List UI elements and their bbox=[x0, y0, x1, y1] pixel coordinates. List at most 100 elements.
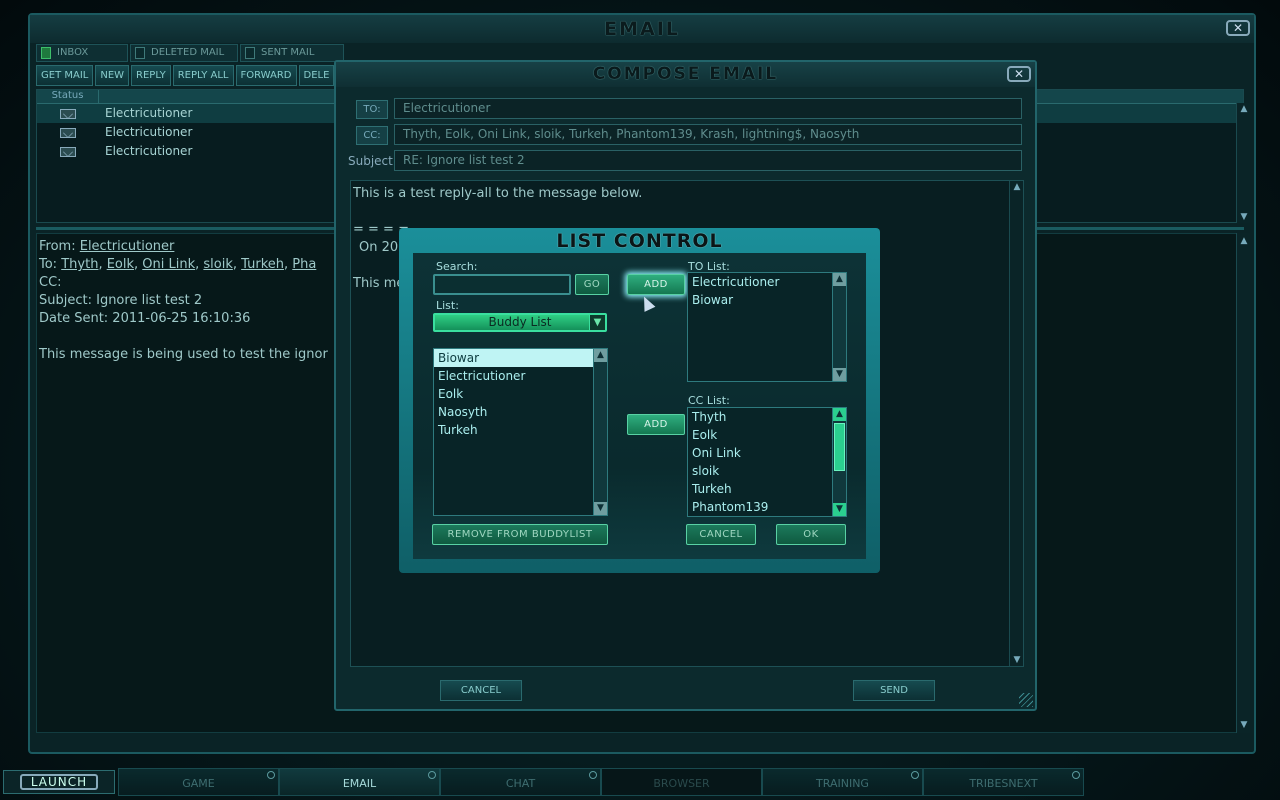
scroll-up-icon[interactable]: ▲ bbox=[1238, 235, 1250, 247]
from-link[interactable]: Electricutioner bbox=[80, 239, 175, 254]
chevron-down-icon[interactable]: ▼ bbox=[589, 315, 605, 330]
scroll-down-icon[interactable]: ▼ bbox=[594, 502, 607, 515]
list-item[interactable]: Biowar bbox=[688, 291, 846, 309]
scroll-up-icon[interactable]: ▲ bbox=[594, 349, 607, 362]
reply-button[interactable]: REPLY bbox=[131, 65, 171, 86]
cc-list: Thyth Eolk Oni Link sloik Turkeh Phantom… bbox=[687, 407, 847, 517]
cc-list-label: CC List: bbox=[688, 394, 730, 407]
ok-button[interactable]: OK bbox=[776, 524, 846, 545]
tab-label: GAME bbox=[182, 777, 215, 790]
list-item[interactable]: Electricutioner bbox=[688, 273, 846, 291]
close-dot-icon[interactable] bbox=[1072, 771, 1080, 779]
sender-name: Electricutioner bbox=[105, 125, 193, 139]
scroll-down-icon[interactable]: ▼ bbox=[833, 503, 846, 516]
to-button[interactable]: TO: bbox=[356, 100, 388, 119]
recipient-link[interactable]: Turkeh bbox=[241, 257, 284, 272]
message-date: Date Sent: 2011-06-25 16:10:36 bbox=[39, 311, 251, 326]
list-item[interactable]: Naosyth bbox=[434, 403, 607, 421]
tab-inbox[interactable]: INBOX bbox=[36, 44, 128, 62]
list-item[interactable]: Phantom139 bbox=[688, 498, 846, 516]
launch-button[interactable]: LAUNCH bbox=[3, 770, 115, 794]
message-preview-scrollbar[interactable]: ▲ ▼ bbox=[1236, 233, 1250, 733]
close-dot-icon[interactable] bbox=[428, 771, 436, 779]
remove-from-buddylist-button[interactable]: REMOVE FROM BUDDYLIST bbox=[432, 524, 608, 545]
list-item[interactable]: Thyth bbox=[688, 408, 846, 426]
close-dot-icon[interactable] bbox=[589, 771, 597, 779]
tab-game[interactable]: GAME bbox=[118, 768, 279, 796]
cc-button[interactable]: CC: bbox=[356, 126, 388, 145]
message-body: This message is being used to test the i… bbox=[39, 347, 328, 362]
tab-training[interactable]: TRAINING bbox=[762, 768, 923, 796]
resize-grip-icon[interactable] bbox=[1019, 693, 1033, 707]
cancel-button[interactable]: CANCEL bbox=[686, 524, 756, 545]
scroll-thumb[interactable] bbox=[834, 423, 845, 471]
to-list: Electricutioner Biowar ▲ ▼ bbox=[687, 272, 847, 382]
compose-title: COMPOSE EMAIL bbox=[336, 62, 1035, 87]
scroll-up-icon[interactable]: ▲ bbox=[833, 408, 846, 421]
delete-button[interactable]: DELE bbox=[298, 65, 335, 86]
scroll-down-icon[interactable]: ▼ bbox=[833, 368, 846, 381]
recipient-link[interactable]: Pha bbox=[292, 257, 316, 272]
list-item[interactable]: Electricutioner bbox=[434, 367, 607, 385]
tab-email[interactable]: EMAIL bbox=[279, 768, 440, 796]
scroll-down-icon[interactable]: ▼ bbox=[1011, 654, 1023, 666]
tab-label: BROWSER bbox=[653, 777, 710, 790]
tab-label: TRIBESNEXT bbox=[969, 777, 1038, 790]
close-icon[interactable]: ✕ bbox=[1226, 20, 1250, 36]
send-button[interactable]: SEND bbox=[853, 680, 935, 701]
search-input[interactable] bbox=[433, 274, 571, 295]
add-cc-button[interactable]: ADD bbox=[627, 414, 685, 435]
tab-label: EMAIL bbox=[342, 777, 377, 790]
tab-chat[interactable]: CHAT bbox=[440, 768, 601, 796]
bottom-taskbar: GAME EMAIL CHAT BROWSER TRAINING TRIBESN… bbox=[118, 768, 1084, 796]
body-scrollbar[interactable]: ▲ ▼ bbox=[1009, 181, 1023, 666]
subject-field[interactable]: RE: Ignore list test 2 bbox=[394, 150, 1022, 171]
scroll-up-icon[interactable]: ▲ bbox=[1011, 181, 1023, 193]
list-item[interactable]: Turkeh bbox=[688, 480, 846, 498]
list-item[interactable]: Biowar bbox=[434, 349, 607, 367]
cc-list-scrollbar[interactable]: ▲ ▼ bbox=[832, 408, 846, 516]
status-column-header[interactable]: Status bbox=[37, 90, 99, 103]
sender-name: Electricutioner bbox=[105, 106, 193, 120]
list-item[interactable]: Eolk bbox=[688, 426, 846, 444]
cc-field[interactable]: Thyth, Eolk, Oni Link, sloik, Turkeh, Ph… bbox=[394, 124, 1022, 145]
reply-all-button[interactable]: REPLY ALL bbox=[172, 65, 234, 86]
tab-tribesnext[interactable]: TRIBESNEXT bbox=[923, 768, 1084, 796]
checkbox-icon bbox=[135, 47, 145, 59]
subject-label: Subject: bbox=[348, 154, 397, 168]
recipient-link[interactable]: sloik bbox=[203, 257, 232, 272]
list-label: List: bbox=[436, 299, 459, 312]
tab-deleted-mail[interactable]: DELETED MAIL bbox=[130, 44, 238, 62]
envelope-icon bbox=[60, 146, 76, 157]
mail-folder-tabs: INBOX DELETED MAIL SENT MAIL bbox=[36, 44, 344, 62]
tab-sent-mail[interactable]: SENT MAIL bbox=[240, 44, 344, 62]
list-item[interactable]: Eolk bbox=[434, 385, 607, 403]
list-item[interactable]: sloik bbox=[688, 462, 846, 480]
recipient-link[interactable]: Oni Link bbox=[142, 257, 195, 272]
tab-browser[interactable]: BROWSER bbox=[601, 768, 762, 796]
recipient-link[interactable]: Eolk bbox=[107, 257, 134, 272]
scroll-up-icon[interactable]: ▲ bbox=[1238, 103, 1250, 115]
recipient-link[interactable]: Thyth bbox=[61, 257, 98, 272]
scroll-down-icon[interactable]: ▼ bbox=[1238, 211, 1250, 223]
close-icon[interactable]: ✕ bbox=[1007, 66, 1031, 82]
go-button[interactable]: GO bbox=[575, 274, 609, 295]
forward-button[interactable]: FORWARD bbox=[235, 65, 297, 86]
close-dot-icon[interactable] bbox=[911, 771, 919, 779]
list-item[interactable]: Turkeh bbox=[434, 421, 607, 439]
buddy-list-scrollbar[interactable]: ▲ ▼ bbox=[593, 349, 607, 515]
message-cc: CC: bbox=[39, 275, 62, 290]
get-mail-button[interactable]: GET MAIL bbox=[36, 65, 94, 86]
scroll-down-icon[interactable]: ▼ bbox=[1238, 719, 1250, 731]
to-field[interactable]: Electricutioner bbox=[394, 98, 1022, 119]
new-button[interactable]: NEW bbox=[95, 65, 130, 86]
compose-cancel-button[interactable]: CANCEL bbox=[440, 680, 522, 701]
launch-label: LAUNCH bbox=[20, 774, 98, 790]
message-list-scrollbar[interactable]: ▲ ▼ bbox=[1236, 103, 1250, 223]
add-to-button[interactable]: ADD bbox=[627, 274, 685, 295]
list-item[interactable]: Oni Link bbox=[688, 444, 846, 462]
to-list-scrollbar[interactable]: ▲ ▼ bbox=[832, 273, 846, 381]
list-select[interactable]: Buddy List ▼ bbox=[433, 313, 607, 332]
close-dot-icon[interactable] bbox=[267, 771, 275, 779]
scroll-up-icon[interactable]: ▲ bbox=[833, 273, 846, 286]
